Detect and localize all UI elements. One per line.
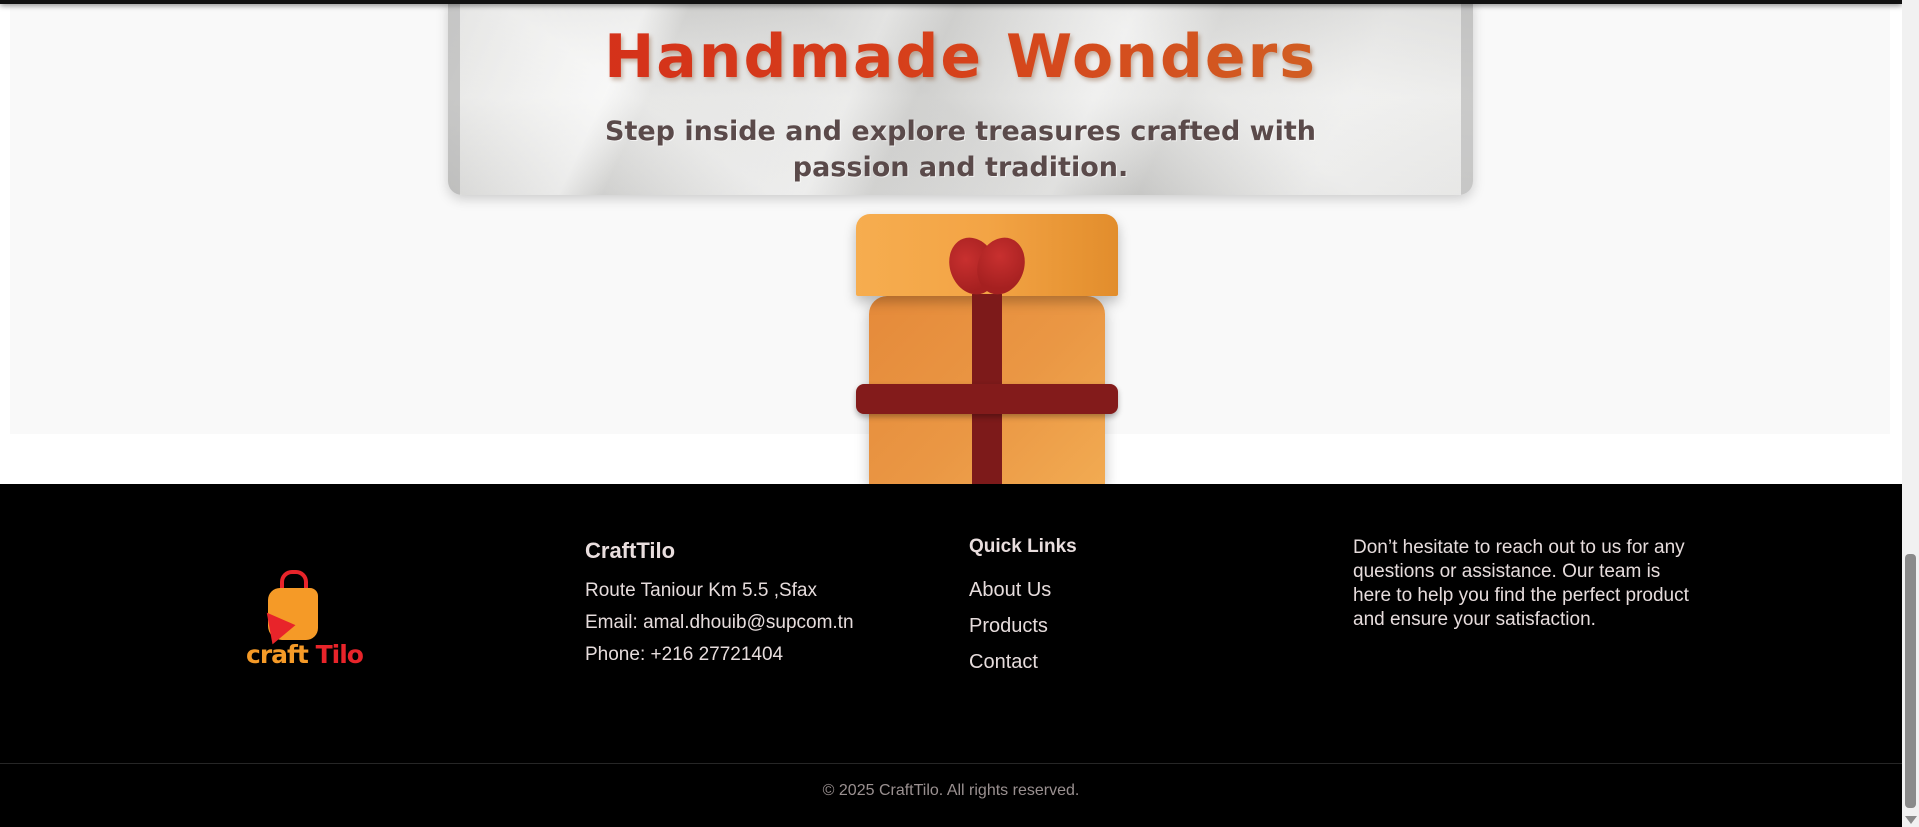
footer-about-column: Don’t hesitate to reach out to us for an… [1353, 536, 1703, 632]
hero-banner: Handmade Wonders Step inside and explore… [448, 0, 1473, 195]
hero-title: Handmade Wonders [448, 22, 1473, 92]
gift-ribbon-horizontal [856, 384, 1118, 414]
footer-link-about-us[interactable]: About Us [969, 572, 1077, 608]
craft-tilo-logo[interactable]: craft Tilo [246, 570, 364, 672]
footer-quick-links: Quick Links About Us Products Contact [969, 536, 1077, 680]
footer-link-products[interactable]: Products [969, 608, 1077, 644]
logo-word-craft: craft [246, 640, 309, 669]
logo-word-tilo: Tilo [315, 640, 364, 669]
hero-subtitle: Step inside and explore treasures crafte… [605, 116, 1316, 183]
scrollbar-thumb[interactable] [1905, 554, 1916, 808]
page-scrollbar[interactable] [1902, 0, 1919, 827]
footer-contact-column: CraftTilo Route Taniour Km 5.5 ,Sfax Ema… [585, 536, 854, 671]
footer-link-contact[interactable]: Contact [969, 644, 1077, 680]
gift-box-icon [856, 214, 1120, 486]
footer-about-text: Don’t hesitate to reach out to us for an… [1353, 537, 1689, 630]
site-footer: craft Tilo CraftTilo Route Taniour Km 5.… [0, 484, 1902, 827]
logo-wordmark: craft Tilo [246, 640, 364, 669]
footer-address: Route Taniour Km 5.5 ,Sfax [585, 580, 817, 601]
gift-bow [941, 230, 1033, 303]
footer-brand-title: CraftTilo [585, 538, 676, 563]
footer-email: Email: amal.dhouib@supcom.tn [585, 612, 854, 633]
top-edge-shadow [0, 0, 1902, 4]
scroll-down-arrow-icon[interactable] [1905, 816, 1917, 824]
footer-divider [0, 763, 1902, 764]
footer-copyright: © 2025 CraftTilo. All rights reserved. [822, 782, 1080, 799]
footer-phone: Phone: +216 27721404 [585, 644, 784, 665]
quick-links-title: Quick Links [969, 536, 1077, 557]
